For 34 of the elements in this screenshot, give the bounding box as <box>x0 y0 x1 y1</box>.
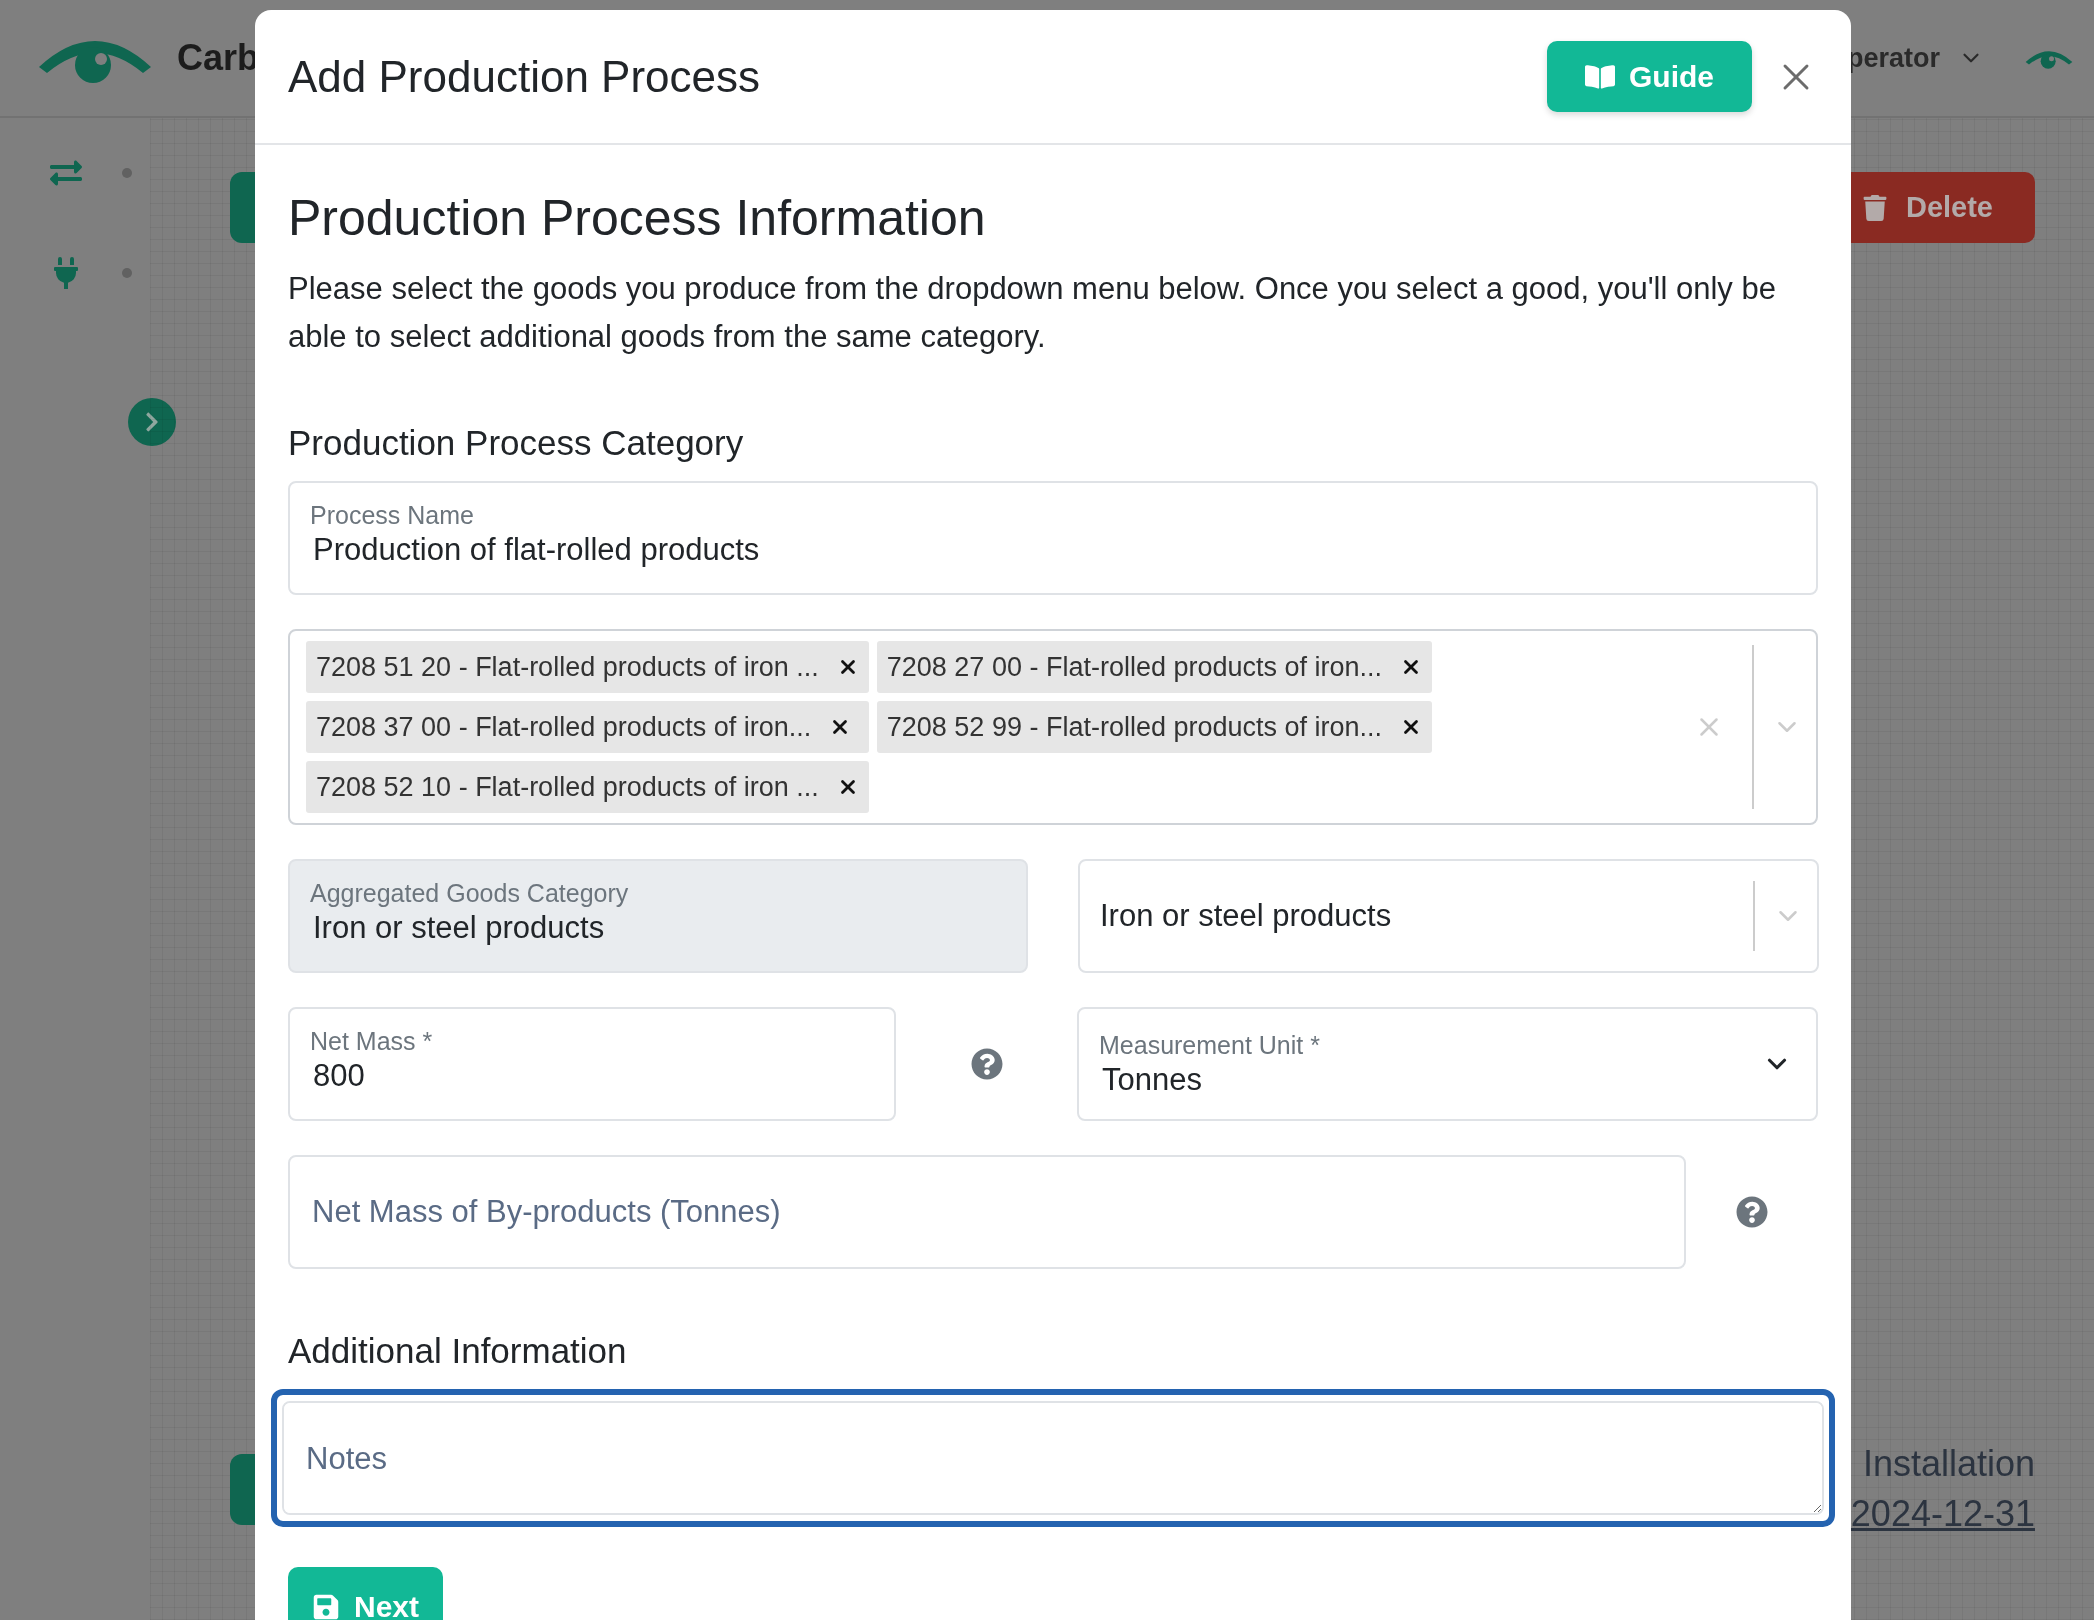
installation-label: Installation <box>1862 1443 2035 1485</box>
field-label: Net Mass * <box>310 1027 434 1056</box>
trash-icon <box>1861 194 1888 221</box>
field-value: 800 <box>312 1058 366 1094</box>
tag-label: 7208 52 10 - Flat-rolled products of iron ... <box>316 771 819 803</box>
category-select[interactable]: Iron or steel products <box>1078 859 1819 973</box>
net-mass-field[interactable]: Net Mass * 800 <box>288 1007 896 1121</box>
modal-title: Add Production Process <box>288 51 762 102</box>
process-name-field[interactable]: Process Name Production of flat-rolled products <box>288 481 1818 595</box>
tag-label: 7208 52 99 - Flat-rolled products of iron... <box>886 711 1383 743</box>
tag-label: 7208 37 00 - Flat-rolled products of iron... <box>316 711 812 743</box>
field-value: Production of flat-rolled products <box>312 532 761 568</box>
notes-field[interactable]: Notes <box>271 1389 1835 1527</box>
status-dot <box>122 168 132 178</box>
tag-label: 7208 51 20 - Flat-rolled products of iron ... <box>316 651 819 683</box>
field-label: Process Name <box>310 501 475 530</box>
save-icon <box>312 1593 340 1620</box>
field-label: Aggregated Goods Category <box>310 879 630 908</box>
help-icon[interactable] <box>1736 1196 1768 1228</box>
brand-name: Carb <box>177 37 260 79</box>
field-value: Iron or steel products <box>312 910 606 946</box>
section-heading: Additional Information <box>288 1331 628 1371</box>
status-dot <box>122 268 132 278</box>
expand-button[interactable] <box>128 398 176 446</box>
section-title: Production Process Information <box>288 189 987 247</box>
tag-label: 7208 27 00 - Flat-rolled products of iron... <box>886 651 1383 683</box>
intro-text: Please select the goods you produce from the dropdown menu below. Once you select a good, you'll only be able to select additional goods from the same category. <box>288 270 1777 356</box>
goods-multiselect[interactable] <box>288 629 1818 825</box>
help-icon[interactable] <box>970 1048 1003 1080</box>
measurement-unit-select[interactable]: Measurement Unit * Tonnes <box>1077 1007 1818 1121</box>
section-heading: Production Process Category <box>288 423 745 463</box>
field-label: Measurement Unit * <box>1099 1030 1321 1060</box>
byproducts-input[interactable]: Net Mass of By-products (Tonnes) <box>288 1155 1686 1269</box>
field-value: Tonnes <box>1101 1061 1203 1098</box>
